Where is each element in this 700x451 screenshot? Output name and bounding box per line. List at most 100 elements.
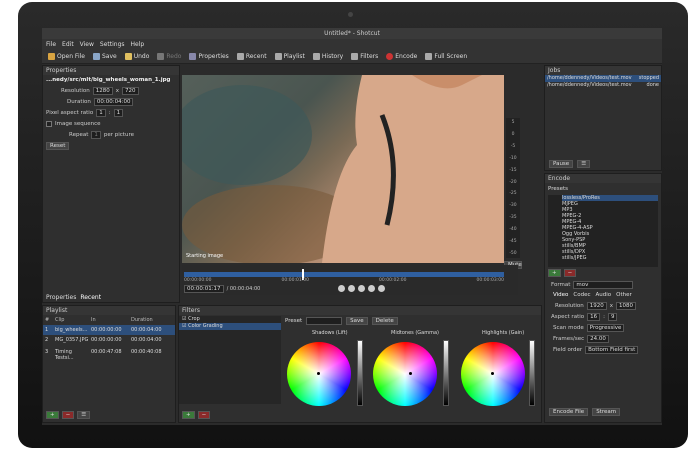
delete-preset-button[interactable]: Delete (371, 317, 398, 325)
add-filter-button[interactable]: + (182, 411, 195, 419)
undo-button[interactable]: Undo (123, 53, 152, 60)
remove-filter-button[interactable]: − (197, 411, 211, 419)
add-preset-button[interactable]: + (548, 269, 561, 277)
tab-recent[interactable]: Recent (80, 293, 101, 302)
duration-field[interactable]: 00:00:04:00 (93, 97, 134, 106)
pixel-aspect-den-field[interactable]: 1 (113, 108, 124, 117)
encode-height-field[interactable]: 1080 (616, 301, 637, 310)
webcam (348, 12, 353, 17)
preview-caption: Starting image (186, 253, 224, 259)
filter-item-crop[interactable]: ☑ Crop (179, 316, 281, 323)
highlights-slider[interactable] (529, 340, 535, 406)
save-preset-button[interactable]: Save (346, 317, 368, 325)
play-icon[interactable] (358, 285, 365, 292)
repeat-field[interactable]: 1 (91, 130, 101, 139)
tab-video[interactable]: Video (553, 292, 568, 298)
repeat-row: Repeat 1 per picture (43, 129, 179, 140)
encode-width-field[interactable]: 1920 (586, 301, 607, 310)
menu-view[interactable]: View (80, 39, 94, 50)
resolution-width-field[interactable]: 1280 (92, 86, 113, 95)
remove-clip-button[interactable]: − (61, 411, 75, 419)
audio-meter: 5 0 -5 -10 -15 -20 -25 -30 -35 -40 -45 -… (506, 118, 520, 258)
aspect-num-field[interactable]: 16 (587, 312, 601, 321)
tab-properties[interactable]: Properties (46, 293, 76, 302)
midtones-label: Midtones (Gamma) (391, 330, 439, 336)
recent-icon (236, 53, 244, 60)
fps-row: Frames/sec 24.00 (545, 333, 661, 344)
meter-tick: -35 (509, 215, 517, 221)
skip-back-icon[interactable] (338, 285, 345, 292)
redo-icon (157, 53, 165, 60)
undo-label: Undo (133, 53, 150, 60)
skip-forward-icon[interactable] (378, 285, 385, 292)
field-order-select[interactable]: Bottom Field first (585, 345, 639, 354)
tab-codec[interactable]: Codec (573, 292, 590, 298)
open-file-label: Open File (57, 53, 85, 60)
image-sequence-checkbox[interactable] (46, 120, 52, 127)
table-row[interactable]: 2 MG_0357.JPG 00:00:00:00 00:00:04:00 (43, 335, 175, 347)
menu-edit[interactable]: Edit (62, 39, 74, 50)
aspect-den-field[interactable]: 9 (607, 312, 618, 321)
rewind-icon[interactable] (348, 285, 355, 292)
recent-button[interactable]: Recent (235, 53, 269, 60)
preset-item[interactable]: stills/JPEG (562, 255, 658, 261)
redo-button[interactable]: Redo (155, 53, 183, 60)
preset-row: Preset Save Delete (285, 317, 398, 325)
highlights-color-wheel[interactable] (461, 342, 525, 406)
fps-field[interactable]: 24.00 (587, 334, 609, 343)
encode-resolution-x-label: x (609, 302, 614, 309)
reset-button[interactable]: Reset (46, 141, 70, 150)
table-row[interactable]: 3 Timing Testsi... 00:00:47:08 00:00:40:… (43, 347, 175, 361)
transport-controls (338, 285, 385, 292)
job-row[interactable]: /home/ddennedy/Videos/test.mov done (545, 82, 661, 89)
resolution-height-field[interactable]: 720 (122, 86, 139, 95)
fullscreen-button[interactable]: Full Screen (423, 53, 469, 60)
properties-button[interactable]: Properties (187, 53, 230, 60)
format-select[interactable]: mov (573, 280, 634, 289)
save-button[interactable]: Save (91, 53, 119, 60)
pause-button[interactable]: Pause (549, 160, 574, 168)
remove-preset-button[interactable]: − (563, 269, 577, 277)
timeline-ruler[interactable] (184, 269, 504, 280)
midtones-color-wheel[interactable] (373, 342, 437, 406)
shadows-slider[interactable] (357, 340, 363, 406)
timecode-field[interactable]: 00:00:01:17 (184, 285, 224, 293)
row-in: 00:00:00:00 (91, 337, 122, 343)
fullscreen-label: Full Screen (434, 53, 468, 60)
shadows-color-wheel[interactable] (287, 342, 351, 406)
job-path: /home/ddennedy/Videos/test.mov (547, 82, 632, 88)
add-clip-button[interactable]: + (46, 411, 59, 419)
filters-button[interactable]: Filters (349, 53, 380, 60)
video-preview[interactable]: Starting image (182, 75, 504, 263)
menu-file[interactable]: File (46, 39, 56, 50)
scan-select[interactable]: Progressive (586, 323, 625, 332)
playlist-menu-button[interactable]: ☰ (77, 411, 91, 419)
jobs-menu-button[interactable]: ☰ (577, 160, 591, 168)
presets-list[interactable]: lossless/ProRes MJPEG MP3 MPEG-2 MPEG-4 … (548, 195, 658, 267)
encode-button[interactable]: Encode (384, 53, 419, 60)
tab-audio[interactable]: Audio (596, 292, 612, 298)
save-icon (92, 53, 100, 60)
history-button[interactable]: History (311, 53, 345, 60)
filter-item-color-grading[interactable]: ☑ Color Grading (179, 323, 281, 330)
playlist-button[interactable]: Playlist (273, 53, 307, 60)
highlights-picker[interactable] (491, 372, 494, 375)
open-file-button[interactable]: Open File (46, 53, 87, 60)
table-row[interactable]: 1 big_wheels... 00:00:00:00 00:00:04:00 (43, 325, 175, 335)
preset-select[interactable] (306, 317, 343, 325)
jobs-actions: Pause ☰ (549, 160, 591, 168)
stream-button[interactable]: Stream (592, 408, 621, 416)
pixel-aspect-num-field[interactable]: 1 (96, 108, 106, 117)
menu-settings[interactable]: Settings (100, 39, 125, 50)
encode-file-button[interactable]: Encode File (549, 408, 589, 416)
history-label: History (321, 53, 344, 60)
menu-help[interactable]: Help (131, 39, 145, 50)
aspect-label: Aspect ratio (551, 313, 585, 320)
fast-forward-icon[interactable] (368, 285, 375, 292)
shadows-picker[interactable] (317, 372, 320, 375)
job-row[interactable]: /home/ddennedy/Videos/test.mov stopped (545, 75, 661, 82)
tab-other[interactable]: Other (616, 292, 632, 298)
midtones-slider[interactable] (443, 340, 449, 406)
duration-row: Duration 00:00:04:00 (43, 96, 179, 107)
midtones-picker[interactable] (409, 372, 412, 375)
